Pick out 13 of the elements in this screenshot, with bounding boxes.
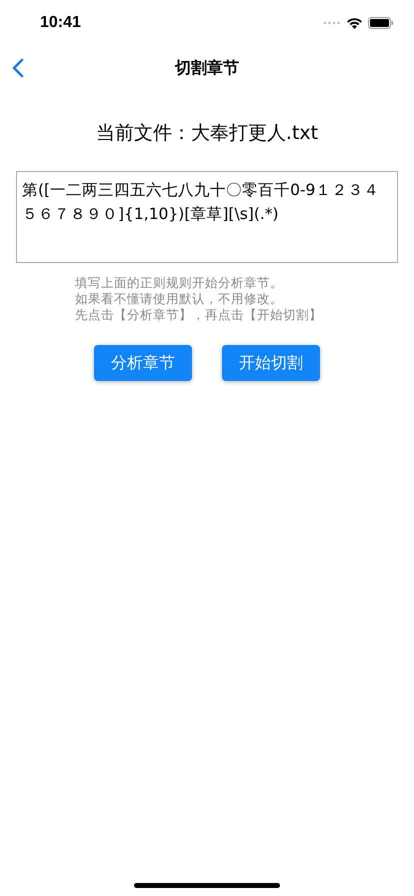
- back-icon[interactable]: [12, 58, 24, 78]
- hint-text: 如果看不懂请使用默认，不用修改。: [75, 291, 284, 307]
- signal-icon: [323, 21, 341, 25]
- hint-text: 先点击【分析章节】，再点击【开始切割】: [75, 307, 323, 323]
- wifi-icon: [346, 17, 363, 29]
- screen-title: 切割章节: [175, 58, 239, 78]
- hint-text: 填写上面的正则规则开始分析章节。: [75, 275, 284, 291]
- regex-input-field[interactable]: 第([一二两三四五六七八九十〇零百千0-9１２３４５６７８９０]{1,10})[章草][\s](.*): [16, 171, 398, 263]
- analyze-button[interactable]: 分析章节: [94, 345, 192, 381]
- current-file-label: 当前文件：大奉打更人.txt: [96, 121, 318, 146]
- split-button[interactable]: 开始切割: [222, 345, 320, 381]
- status-time: 10:41: [40, 14, 81, 32]
- battery-icon: [368, 17, 394, 29]
